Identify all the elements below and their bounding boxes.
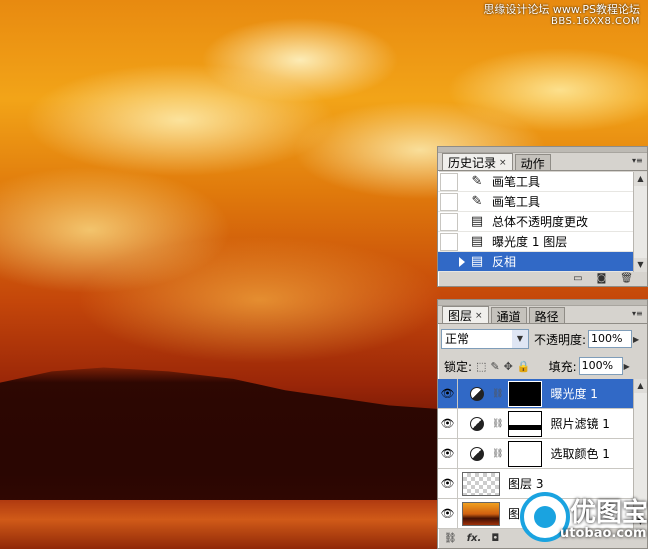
history-item-selected[interactable]: ▤ 反相 <box>438 252 634 272</box>
panel-menu-icon[interactable]: ▾≡ <box>632 309 644 319</box>
tab-history[interactable]: 历史记录 × <box>442 153 513 170</box>
layer-name: 图层 3 <box>508 477 544 491</box>
layer-mask-thumbnail[interactable] <box>508 440 543 467</box>
layer-row[interactable]: 👁 ⛓ 选取颜色 1 <box>438 439 647 469</box>
history-footer: ▭ ◙ 🗑 <box>438 272 647 286</box>
scroll-up-icon[interactable]: ▲ <box>634 379 647 393</box>
lock-pixels-icon[interactable]: ✎ <box>490 360 499 373</box>
watermark-subtitle: utobao.com <box>560 526 647 541</box>
opacity-slider-arrow-icon[interactable]: ▶ <box>633 335 639 344</box>
lock-fill-row: 锁定: ⬚ ✎ ✥ 🔒 填充: 100% ▶ <box>438 355 647 377</box>
history-item-label: 画笔工具 <box>492 195 541 209</box>
layer-row[interactable]: 👁 ⛓ 照片滤镜 1 <box>438 409 647 439</box>
eye-icon[interactable]: 👁 <box>438 499 458 528</box>
watermark-title: 优图宝 <box>570 498 648 528</box>
history-source-checkbox[interactable] <box>440 172 458 191</box>
add-mask-icon[interactable]: ◘ <box>491 532 499 546</box>
adjustment-layer-icon <box>470 416 484 431</box>
mask-link-icon[interactable]: ⛓ <box>492 419 503 429</box>
history-scrollbar[interactable]: ▲ ▼ <box>633 172 647 272</box>
history-state-icon: ▤ <box>470 233 484 249</box>
history-tabbar: 历史记录 × 动作 ▾≡ <box>438 153 647 171</box>
history-source-checkbox[interactable] <box>440 232 458 251</box>
history-item[interactable]: ▤ 总体不透明度更改 <box>438 212 634 232</box>
history-state-icon: ▤ <box>470 213 484 229</box>
watermark-bottom: 优图宝 utobao.com <box>520 492 648 549</box>
scroll-down-icon[interactable]: ▼ <box>634 258 647 272</box>
scroll-track[interactable] <box>634 186 647 258</box>
history-item-label: 画笔工具 <box>492 175 541 189</box>
watermark-top: 思缘设计论坛 www.PS教程论坛 BBS.16XX8.COM <box>483 4 640 28</box>
close-icon[interactable]: × <box>475 311 483 321</box>
history-item[interactable]: ✎ 画笔工具 <box>438 192 634 212</box>
history-list: ✎ 画笔工具 ✎ 画笔工具 ▤ 总体不透明度更改 ▤ 曝光度 1 图层 ▤ 反相 <box>438 172 634 272</box>
blend-mode-value: 正常 <box>445 332 470 346</box>
layer-thumbnail[interactable] <box>462 501 500 526</box>
layer-name: 照片滤镜 1 <box>550 417 610 431</box>
opacity-label: 不透明度: <box>534 332 587 347</box>
blend-mode-select[interactable]: 正常 ▼ <box>441 329 529 349</box>
history-pointer-icon <box>459 257 465 267</box>
link-layers-icon[interactable]: ⛓ <box>444 532 457 546</box>
layer-mask-thumbnail[interactable] <box>508 380 543 407</box>
adjustment-layer-icon <box>470 386 484 401</box>
eye-icon[interactable]: 👁 <box>438 409 458 438</box>
new-document-from-state-icon[interactable]: ▭ <box>573 272 582 286</box>
eye-icon[interactable]: 👁 <box>438 469 458 498</box>
tab-layers[interactable]: 图层 × <box>442 306 489 323</box>
snapshot-icon[interactable]: ◙ <box>597 272 607 286</box>
history-item-label: 曝光度 1 图层 <box>492 235 568 249</box>
tab-layers-label: 图层 <box>448 309 473 323</box>
scroll-up-icon[interactable]: ▲ <box>634 172 647 186</box>
history-panel: 历史记录 × 动作 ▾≡ ✎ 画笔工具 ✎ 画笔工具 ▤ 总体不透明度更改 ▤ … <box>437 146 648 287</box>
adjustment-layer-icon <box>470 446 484 461</box>
watermark-logo-inner <box>534 506 556 528</box>
opacity-input[interactable]: 100% <box>588 330 633 348</box>
blend-opacity-row: 正常 ▼ 不透明度: 100% ▶ <box>438 326 647 352</box>
history-item-label: 总体不透明度更改 <box>492 215 589 229</box>
tab-paths[interactable]: 路径 <box>528 307 565 324</box>
layer-thumbnail[interactable] <box>462 471 500 496</box>
lock-all-icon[interactable]: 🔒 <box>517 360 531 373</box>
history-item[interactable]: ▤ 曝光度 1 图层 <box>438 232 634 252</box>
eye-icon[interactable]: 👁 <box>438 379 458 408</box>
close-icon[interactable]: × <box>499 158 507 168</box>
brush-icon: ✎ <box>471 173 483 189</box>
fill-slider-arrow-icon[interactable]: ▶ <box>624 362 630 371</box>
fill-label: 填充: <box>548 359 577 374</box>
history-source-checkbox[interactable] <box>440 212 458 231</box>
watermark-top-line2: BBS.16XX8.COM <box>550 16 640 27</box>
lock-position-icon[interactable]: ✥ <box>504 360 513 373</box>
tab-history-label: 历史记录 <box>448 156 497 170</box>
lock-label: 锁定: <box>444 359 473 374</box>
tab-channels-label: 通道 <box>496 309 521 324</box>
layers-tabbar: 图层 × 通道 路径 ▾≡ <box>438 306 647 324</box>
layer-mask-thumbnail[interactable] <box>508 410 543 437</box>
watermark-top-line1: 思缘设计论坛 www.PS教程论坛 <box>483 3 640 16</box>
history-source-checkbox[interactable] <box>440 192 458 211</box>
mask-link-icon[interactable]: ⛓ <box>492 389 503 399</box>
tab-actions-label: 动作 <box>520 156 545 171</box>
layer-row-selected[interactable]: 👁 ⛓ 曝光度 1 <box>438 379 647 409</box>
brush-icon: ✎ <box>471 193 483 209</box>
panel-menu-icon[interactable]: ▾≡ <box>632 156 644 166</box>
eye-icon[interactable]: 👁 <box>438 439 458 468</box>
fx-icon[interactable]: fx. <box>467 532 482 546</box>
tab-actions[interactable]: 动作 <box>514 154 551 171</box>
layer-name: 选取颜色 1 <box>550 447 610 461</box>
history-item[interactable]: ✎ 画笔工具 <box>438 172 634 192</box>
history-state-icon: ▤ <box>470 253 484 269</box>
history-source-checkbox[interactable] <box>440 252 458 271</box>
mask-link-icon[interactable]: ⛓ <box>492 449 503 459</box>
lock-transparency-icon[interactable]: ⬚ <box>476 360 486 373</box>
fill-input[interactable]: 100% <box>578 357 623 375</box>
history-item-label: 反相 <box>492 255 517 269</box>
tab-paths-label: 路径 <box>534 309 559 324</box>
chevron-down-icon[interactable]: ▼ <box>512 330 528 348</box>
delete-icon[interactable]: 🗑 <box>620 272 633 286</box>
layer-name: 曝光度 1 <box>550 387 598 401</box>
tab-channels[interactable]: 通道 <box>490 307 527 324</box>
